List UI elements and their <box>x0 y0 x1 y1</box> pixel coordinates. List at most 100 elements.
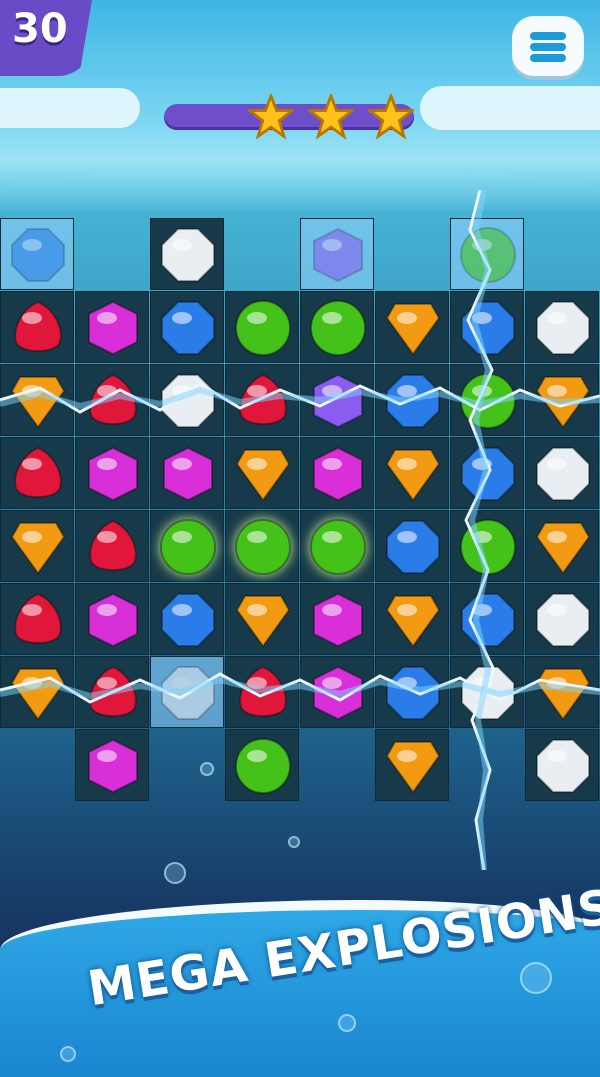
board-cell[interactable] <box>75 364 149 436</box>
gem-red-icon <box>239 665 287 717</box>
gem-blue-icon <box>461 593 515 647</box>
board-cell[interactable] <box>150 656 224 728</box>
board-cell[interactable] <box>225 510 299 582</box>
gem-red-icon <box>239 373 287 425</box>
gem-magenta-icon <box>88 738 138 794</box>
board-cell[interactable] <box>150 364 224 436</box>
gem-orange-icon <box>385 303 441 356</box>
board-cell[interactable] <box>0 364 74 436</box>
menu-icon-bar <box>530 43 566 51</box>
board-cell[interactable] <box>300 656 374 728</box>
board-cell[interactable] <box>525 437 599 509</box>
gem-orange-icon <box>535 376 591 429</box>
board-cell[interactable] <box>225 364 299 436</box>
board-cell[interactable] <box>375 583 449 655</box>
board-cell <box>525 218 599 290</box>
board-cell[interactable] <box>150 510 224 582</box>
gem-orange-icon <box>385 449 441 502</box>
board-cell[interactable] <box>150 583 224 655</box>
board-cell[interactable] <box>0 510 74 582</box>
gem-red-icon <box>14 592 62 644</box>
frozen-gem-icon <box>460 227 516 283</box>
hamburger-menu-icon <box>530 32 566 40</box>
board-cell[interactable] <box>225 583 299 655</box>
gem-blue-icon <box>386 374 440 428</box>
moves-counter-badge: 30 <box>0 0 92 76</box>
board-cell[interactable] <box>225 437 299 509</box>
board-cell[interactable] <box>225 729 299 801</box>
board-cell[interactable] <box>75 510 149 582</box>
board-cell[interactable] <box>375 729 449 801</box>
board-cell[interactable] <box>375 437 449 509</box>
gem-orange-icon <box>235 595 291 648</box>
gem-blue-icon <box>161 301 215 355</box>
board-cell[interactable] <box>225 291 299 363</box>
board-cell[interactable] <box>525 291 599 363</box>
board-cell[interactable] <box>300 364 374 436</box>
menu-icon-bar <box>530 54 566 62</box>
board-cell[interactable] <box>150 437 224 509</box>
board-cell[interactable] <box>450 218 524 290</box>
board-cell[interactable] <box>525 364 599 436</box>
gem-magenta-icon <box>88 300 138 356</box>
board-cell[interactable] <box>75 656 149 728</box>
gem-blue-icon <box>461 301 515 355</box>
board-cell[interactable] <box>450 364 524 436</box>
menu-button[interactable] <box>512 16 584 76</box>
bubble <box>164 862 186 884</box>
gem-red-icon <box>89 665 137 717</box>
board-cell[interactable] <box>300 583 374 655</box>
board-cell[interactable] <box>75 291 149 363</box>
gem-white-icon <box>536 739 590 793</box>
board-cell[interactable] <box>375 291 449 363</box>
gem-green-icon <box>460 519 516 575</box>
board-cell[interactable] <box>375 656 449 728</box>
board-cell[interactable] <box>75 583 149 655</box>
board-cell[interactable] <box>375 510 449 582</box>
board-cell[interactable] <box>150 291 224 363</box>
board-cell[interactable] <box>300 291 374 363</box>
bubble <box>338 1014 356 1032</box>
board-cell[interactable] <box>450 437 524 509</box>
board-cell[interactable] <box>0 583 74 655</box>
board-cell <box>375 218 449 290</box>
gem-white-icon <box>161 228 215 282</box>
board-cell[interactable] <box>225 656 299 728</box>
board-cell[interactable] <box>75 729 149 801</box>
gem-orange-icon <box>10 376 66 429</box>
board-cell[interactable] <box>450 583 524 655</box>
board-cell[interactable] <box>0 218 74 290</box>
board-cell[interactable] <box>450 510 524 582</box>
gem-orange-icon <box>10 668 66 721</box>
board-cell[interactable] <box>375 364 449 436</box>
gem-green-icon <box>460 373 516 429</box>
star-icon <box>308 94 354 140</box>
board-cell <box>75 218 149 290</box>
gem-magenta-icon <box>163 446 213 502</box>
board-cell[interactable] <box>525 510 599 582</box>
board-cell[interactable] <box>0 291 74 363</box>
gem-red-icon <box>14 300 62 352</box>
gem-green-glow-icon <box>310 519 366 575</box>
board-cell[interactable] <box>150 218 224 290</box>
board-cell[interactable] <box>450 291 524 363</box>
board-cell[interactable] <box>525 583 599 655</box>
board-cell[interactable] <box>0 656 74 728</box>
gem-blue-icon <box>161 593 215 647</box>
frozen-gem-icon <box>11 228 65 282</box>
gem-orange-icon <box>235 449 291 502</box>
gem-blue-icon <box>386 666 440 720</box>
board-cell[interactable] <box>0 437 74 509</box>
board-cell[interactable] <box>300 510 374 582</box>
board-cell[interactable] <box>525 729 599 801</box>
gem-orange-icon <box>385 741 441 794</box>
board-cell[interactable] <box>450 656 524 728</box>
bubble <box>288 836 300 848</box>
board-cell[interactable] <box>300 437 374 509</box>
gem-red-icon <box>14 446 62 498</box>
gem-green-glow-icon <box>160 519 216 575</box>
board-cell[interactable] <box>300 218 374 290</box>
board-cell[interactable] <box>525 656 599 728</box>
board-cell[interactable] <box>75 437 149 509</box>
gem-green-icon <box>310 300 366 356</box>
